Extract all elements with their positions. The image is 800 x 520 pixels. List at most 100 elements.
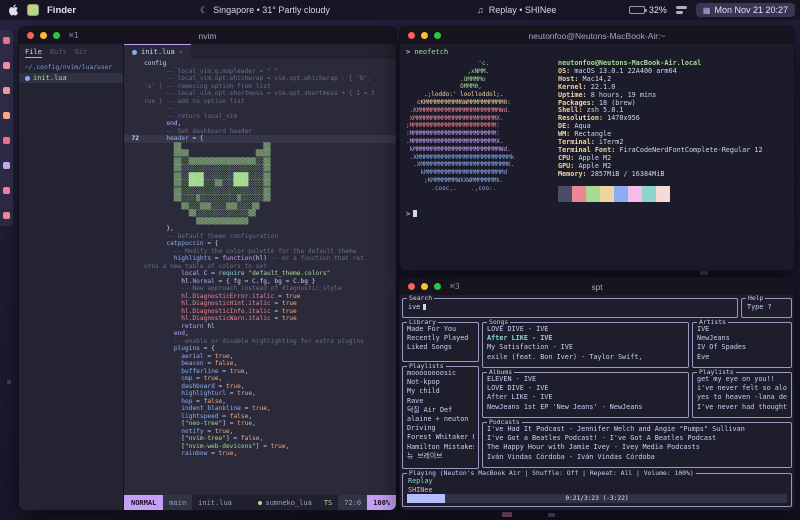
- dock-app-icon[interactable]: [3, 137, 10, 144]
- dock-app-icon[interactable]: [3, 87, 10, 94]
- code-line: urns a new table of colors to set: [124, 263, 396, 271]
- close-button[interactable]: [27, 32, 34, 39]
- playlist-item[interactable]: Driving: [407, 424, 474, 433]
- search-box[interactable]: Search ive: [402, 298, 738, 318]
- code-line: ▒▒░░░░░░░░░░░░░░▒▒: [124, 210, 396, 218]
- ascii-art-line: .;loddo:' loolloddol;.: [406, 91, 514, 99]
- dock-app-icon[interactable]: [3, 212, 10, 219]
- code-line: -- local_vim.opt.whichwrap = vim.opt.whi…: [124, 75, 396, 83]
- palette-swatch: [656, 194, 670, 202]
- minimize-button[interactable]: [40, 32, 47, 39]
- playlist-item[interactable]: My child: [407, 387, 474, 396]
- playlist-result-item[interactable]: i've never felt so alone: [697, 384, 787, 393]
- weather-widget[interactable]: ☾ Singapore • 31° Partly cloudy: [200, 5, 330, 16]
- now-playing-widget[interactable]: ♫ Replay • SHINee: [477, 5, 556, 15]
- podcast-item[interactable]: I've Got a Beatles Podcast! - I've Got A…: [487, 434, 787, 443]
- podcast-item[interactable]: Iván Vindas Córdoba - Iván Vindas Córdob…: [487, 453, 787, 462]
- code-line: -- local_vim.g.mapleader = " ": [124, 68, 396, 76]
- artist-item[interactable]: IVE: [697, 325, 787, 334]
- terminal-output[interactable]: > neofetch 'c. ,xNMM. .OMMMMo OMMM0, .;l…: [400, 44, 794, 270]
- album-item[interactable]: NewJeans 1st EP 'New Jeans' - NewJeans: [487, 403, 684, 412]
- ascii-art-line: kMMMMMMMMMMMMMMMMMMMMMMd: [406, 169, 514, 177]
- wallpaper-pixel: [700, 271, 708, 275]
- help-box: Help Type ?: [741, 298, 792, 318]
- ascii-art-line: .cooc,. .,coo:.: [406, 185, 514, 193]
- search-input[interactable]: ive: [403, 299, 737, 311]
- window-shortcut-badge: ⌘3: [450, 282, 460, 291]
- code-line: hl.DiagnosticInfo.italic = true: [124, 308, 396, 316]
- app-name[interactable]: Finder: [47, 5, 76, 16]
- close-buffer-icon[interactable]: ×: [179, 48, 183, 56]
- file-item-init-lua[interactable]: init.lua: [19, 73, 123, 83]
- song-item[interactable]: My Satisfaction - IVE: [487, 343, 684, 352]
- apple-menu-icon[interactable]: [8, 4, 19, 16]
- podcasts-panel: Podcasts I've Had It Podcast - Jennifer …: [482, 422, 792, 468]
- window-title: neutonfoo@Neutons-MacBook-Air:~: [400, 31, 794, 41]
- playlist-item[interactable]: Rave: [407, 397, 474, 406]
- code-line: plugins = {: [124, 345, 396, 353]
- playlist-item[interactable]: Forest Whitaker Ha: [407, 433, 474, 442]
- podcast-item[interactable]: The Happy Hour with Jamie Ivey - Ivey Me…: [487, 443, 787, 452]
- palette-swatch: [628, 186, 642, 194]
- zoom-button[interactable]: [53, 32, 60, 39]
- code-line: -- Modify the color palette for the defa…: [124, 248, 396, 256]
- nvim-titlebar[interactable]: ⌘1 nvim: [19, 27, 396, 44]
- file-explorer-panel: File Bufs Git ~/.config/nvim/lua/user in…: [19, 44, 124, 510]
- minimize-button[interactable]: [421, 32, 428, 39]
- song-item[interactable]: LOVE DIVE - IVE: [487, 325, 684, 334]
- terminal-window: neutonfoo@Neutons-MacBook-Air:~ > neofet…: [399, 26, 795, 271]
- playlist-item[interactable]: alaine + neuton: [407, 415, 474, 424]
- dock-app-icon[interactable]: [3, 62, 10, 69]
- code-line: ▒▒░░████░░░░░░░░████░░░░▒▒: [124, 173, 396, 181]
- artist-item[interactable]: NewJeans: [697, 334, 787, 343]
- code-line: dashboard = true,: [124, 383, 396, 391]
- current-artist: SHINee: [408, 486, 433, 494]
- album-item[interactable]: ELEVEN - IVE: [487, 375, 684, 384]
- zoom-button[interactable]: [434, 283, 441, 290]
- playlist-item[interactable]: 뉴 브레이브: [407, 452, 474, 461]
- clock-widget[interactable]: ▦ Mon Nov 21 20:27: [696, 3, 795, 17]
- code-line: ["nvim-web-devicons"] = true,: [124, 443, 396, 451]
- song-item[interactable]: After LIKE - IVE: [487, 334, 684, 343]
- explorer-tab-bufs[interactable]: Bufs: [50, 48, 67, 58]
- spt-titlebar[interactable]: ⌘3 spt: [400, 278, 794, 295]
- podcast-item[interactable]: I've Had It Podcast - Jennifer Welch and…: [487, 425, 787, 434]
- album-item[interactable]: LOVE DIVE - IVE: [487, 384, 684, 393]
- progress-bar[interactable]: 0:21/3:23 (-3:22): [407, 494, 787, 503]
- playlist-result-item[interactable]: get my eye on you!!: [697, 375, 787, 384]
- playlist-result-item[interactable]: I've never had thoughts that control me: [697, 403, 787, 412]
- dock-app-icon[interactable]: [3, 187, 10, 194]
- minimize-button[interactable]: [421, 283, 428, 290]
- code-editor[interactable]: config -- local_vim.g.mapleader = " " --…: [124, 59, 396, 495]
- palette-swatch: [558, 186, 572, 194]
- code-line: ▒▒▒▒ ▒▒▒▒: [124, 150, 396, 158]
- library-item[interactable]: Liked Songs: [407, 343, 474, 352]
- library-item[interactable]: Made For You: [407, 325, 474, 334]
- artist-item[interactable]: IV Of Spades: [697, 343, 787, 352]
- playlist-item[interactable]: moooooooosic: [407, 369, 474, 378]
- playlist-item[interactable]: Hamilton Mistakes: [407, 443, 474, 452]
- library-item[interactable]: Recently Played: [407, 334, 474, 343]
- dock-app-icon[interactable]: [3, 162, 10, 169]
- terminal-titlebar[interactable]: neutonfoo@Neutons-MacBook-Air:~: [400, 27, 794, 44]
- code-line: end,: [124, 330, 396, 338]
- close-button[interactable]: [408, 283, 415, 290]
- wallpaper-pixel: [502, 512, 512, 517]
- zoom-button[interactable]: [434, 32, 441, 39]
- explorer-tab-git[interactable]: Git: [75, 48, 88, 58]
- dock-app-icon[interactable]: [3, 37, 10, 44]
- buffer-tab[interactable]: init.lua ×: [124, 44, 191, 59]
- artist-item[interactable]: Eve: [697, 353, 787, 362]
- battery-indicator[interactable]: 32%: [629, 5, 667, 15]
- playlist-result-item[interactable]: yes to heaven -lana del rey: [697, 393, 787, 402]
- explorer-tab-file[interactable]: File: [25, 48, 42, 58]
- song-item[interactable]: exile (feat. Bon Iver) - Taylor Swift,: [487, 353, 684, 362]
- dock-app-icon[interactable]: [3, 112, 10, 119]
- focused-app-icon[interactable]: [27, 4, 39, 16]
- control-center-icon[interactable]: [676, 6, 687, 14]
- album-item[interactable]: After LIKE - IVE: [487, 393, 684, 402]
- ascii-art-line: .XMMMMMMMMMMMMMMMMMMMMMMMMMMk: [406, 154, 514, 162]
- playlist-item[interactable]: 덕질 Air Def: [407, 406, 474, 415]
- close-button[interactable]: [408, 32, 415, 39]
- playlist-item[interactable]: Not-kpop: [407, 378, 474, 387]
